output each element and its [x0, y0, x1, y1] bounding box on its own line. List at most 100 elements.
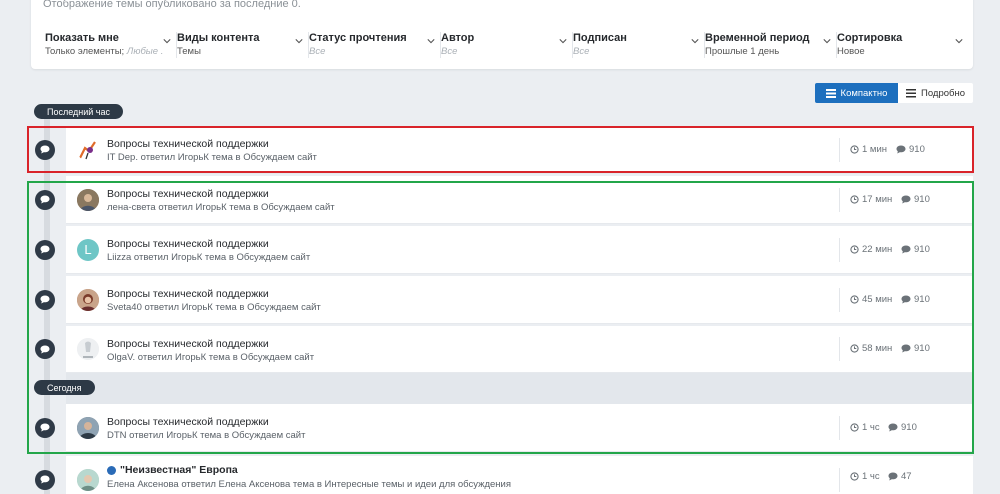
avatar[interactable]	[77, 416, 99, 439]
detailed-label: Подробно	[921, 87, 965, 99]
chevron-down-icon	[823, 39, 831, 44]
filter-panel: Отображение темы опубликовано за последн…	[31, 0, 973, 69]
clock-icon	[850, 194, 859, 204]
filter-value: Все	[309, 46, 326, 57]
topic-stats: 1 чс 910	[839, 415, 917, 440]
period-separator	[66, 373, 973, 404]
topic-meta: Sveta40 ответил ИгорьК тема в Обсуждаем …	[107, 302, 321, 313]
filter-label: Сортировка	[837, 32, 903, 44]
filter-read-status[interactable]: Статус прочтения Все	[309, 32, 441, 58]
filter-label: Подписан	[573, 32, 627, 44]
topic-meta: DTN ответил ИгорьК тема в Обсуждаем сайт	[107, 430, 306, 441]
topic-meta: лена-света ответил ИгорьК тема в Обсужда…	[107, 202, 335, 213]
clock-icon	[850, 344, 859, 353]
clock-icon	[850, 294, 859, 304]
chevron-down-icon	[427, 39, 435, 44]
list-item[interactable]: Вопросы технической поддержки DTN ответи…	[35, 404, 973, 452]
filter-author[interactable]: Автор Все	[441, 32, 573, 58]
time-ago: 58 мин	[850, 343, 892, 354]
comment-icon	[901, 295, 911, 303]
topic-stats: 17 мин 910	[839, 187, 930, 212]
topic-title-link[interactable]: Вопросы технической поддержки	[107, 138, 269, 150]
filter-value: Все	[573, 46, 590, 57]
filter-label: Показать мне	[45, 32, 119, 44]
avatar[interactable]	[77, 338, 99, 360]
time-ago: 1 чс	[850, 471, 880, 482]
comment-icon	[35, 189, 55, 210]
clock-icon	[850, 144, 859, 154]
time-ago: 1 чс	[850, 422, 880, 433]
comment-icon	[901, 344, 911, 353]
topic-stats: 22 мин 910	[839, 237, 930, 262]
comment-icon	[35, 417, 55, 438]
topic-stats: 58 мин 910	[839, 337, 930, 361]
comment-icon	[901, 245, 911, 253]
comment-icon	[888, 472, 898, 480]
topic-meta: Liizza ответил ИгорьК тема в Обсуждаем с…	[107, 252, 311, 263]
filter-label: Виды контента	[177, 32, 260, 44]
list-item[interactable]: Вопросы технической поддержки OlgaV. отв…	[35, 326, 973, 373]
topic-title-link[interactable]: Вопросы технической поддержки	[107, 416, 269, 428]
comment-icon	[35, 469, 55, 490]
reply-count: 910	[901, 343, 930, 354]
clock-icon	[850, 471, 859, 481]
avatar[interactable]	[77, 188, 99, 211]
filter-time-period[interactable]: Временной период Прошлые 1 день	[705, 32, 837, 58]
filter-label: Временной период	[705, 32, 810, 44]
reply-count: 910	[888, 422, 917, 433]
time-ago: 22 мин	[850, 244, 892, 255]
topic-title-link[interactable]: Вопросы технической поддержки	[107, 288, 269, 300]
period-badge-today: Сегодня	[34, 380, 95, 395]
reply-count: 910	[901, 194, 930, 205]
filter-content-type[interactable]: Виды контента Темы	[177, 32, 309, 58]
time-ago: 1 мин	[850, 144, 887, 155]
clock-icon	[850, 244, 859, 254]
topic-meta: OlgaV. ответил ИгорьК тема в Обсуждаем с…	[107, 352, 315, 363]
topic-meta: IT Dep. ответил ИгорьК тема в Обсуждаем …	[107, 152, 317, 163]
list-item[interactable]: L Вопросы технической поддержки Liizza о…	[35, 226, 973, 274]
list-detailed-icon	[906, 88, 916, 97]
comment-icon	[888, 423, 898, 431]
filter-value: Прошлые 1 день	[705, 46, 780, 57]
comment-icon	[35, 289, 55, 310]
topic-meta: Елена Аксенова ответил Елена Аксенова те…	[107, 479, 512, 490]
topic-stats: 45 мин 910	[839, 287, 930, 312]
clock-icon	[850, 422, 859, 432]
list-item[interactable]: Вопросы технической поддержки лена-света…	[35, 176, 973, 224]
chevron-down-icon	[955, 39, 963, 44]
filter-show-me[interactable]: Показать мне Только элементы; Любые ...	[45, 32, 177, 58]
chevron-down-icon	[691, 39, 699, 44]
list-item[interactable]: Вопросы технической поддержки IT Dep. от…	[35, 126, 973, 174]
filter-value: Новое	[837, 46, 865, 57]
detailed-view-button[interactable]: Подробно	[898, 83, 973, 103]
chevron-down-icon	[559, 39, 567, 44]
topic-title-link[interactable]: Вопросы технической поддержки	[107, 338, 269, 350]
comment-icon	[35, 139, 55, 160]
chevron-down-icon	[163, 39, 171, 44]
reply-count: 910	[896, 144, 925, 155]
avatar[interactable]	[77, 138, 99, 161]
topic-title-link[interactable]: Вопросы технической поддержки	[107, 188, 269, 200]
topic-title-link[interactable]: "Неизвестная" Европа	[107, 464, 238, 476]
topic-stats: 1 мин 910	[839, 137, 925, 162]
compact-view-button[interactable]: Компактно	[815, 83, 898, 103]
comment-icon	[35, 239, 55, 260]
filter-value: Все	[441, 46, 458, 57]
time-ago: 45 мин	[850, 294, 892, 305]
filter-sort[interactable]: Сортировка Новое	[837, 32, 963, 58]
period-badge-last-hour: Последний час	[34, 104, 124, 119]
avatar[interactable]	[77, 288, 99, 311]
avatar[interactable]	[77, 468, 99, 491]
reply-count: 910	[901, 294, 930, 305]
unread-dot-icon	[107, 465, 116, 475]
list-compact-icon	[825, 88, 836, 98]
filter-subscribed[interactable]: Подписан Все	[573, 32, 705, 58]
list-item[interactable]: Вопросы технической поддержки Sveta40 от…	[35, 276, 973, 324]
list-item[interactable]: "Неизвестная" Европа Елена Аксенова отве…	[35, 456, 973, 494]
filter-value: Темы	[177, 46, 201, 57]
topic-title-link[interactable]: Вопросы технической поддержки	[107, 238, 269, 250]
view-toggle: Компактно Подробно	[815, 83, 973, 103]
reply-count: 910	[901, 244, 930, 255]
avatar[interactable]: L	[77, 238, 99, 261]
reply-count: 47	[888, 471, 912, 482]
